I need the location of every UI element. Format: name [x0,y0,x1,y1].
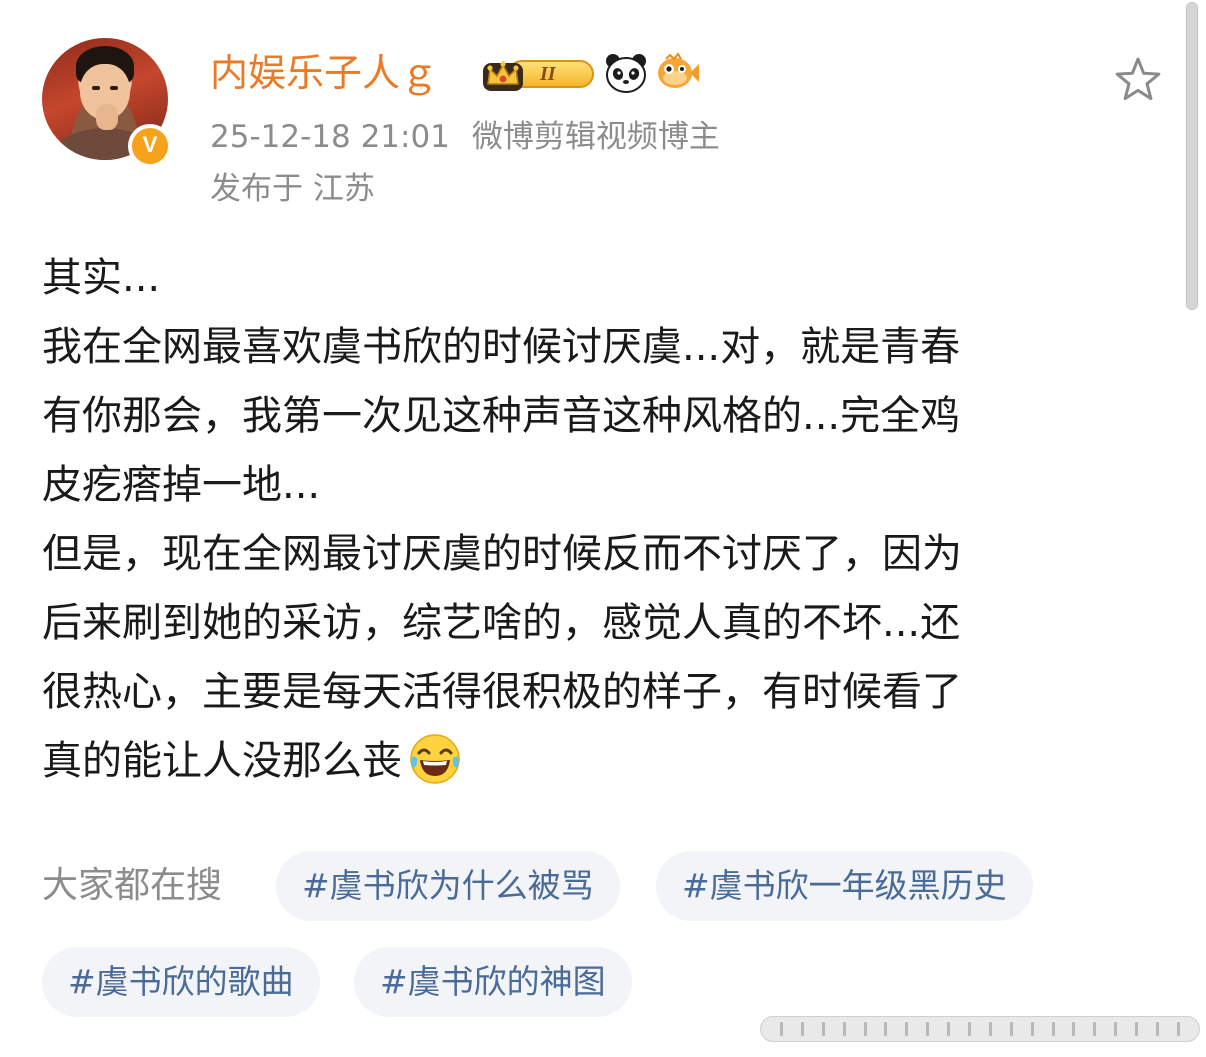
verified-mark: V [142,132,158,157]
vertical-scrollbar[interactable] [1186,2,1198,310]
avatar-eye [92,86,100,90]
horizontal-scrollbar[interactable] [760,1016,1200,1042]
post-content: 其实... 我在全网最喜欢虞书欣的时候讨厌虞...对，就是青春 有你那会，我第一… [42,244,1152,796]
post-line: 皮疙瘩掉一地... [42,462,321,508]
hot-search-label: 大家都在搜 [42,865,223,906]
hot-search-tag[interactable]: #虞书欣的歌曲 [42,947,320,1017]
post-meta: 25-12-18 21:01 微博剪辑视频博主 [210,116,720,158]
post-line: 但是，现在全网最讨厌虞的时候反而不讨厌了，因为 [42,531,962,577]
post-line: 其实... [42,255,161,301]
post-location: 发布于 江苏 [210,171,375,207]
avatar-hand [96,104,118,130]
post-line-last: 真的能让人没那么丧 [42,727,1152,796]
post-line: 后来刷到她的采访，综艺啥的，感觉人真的不坏...还 [42,600,961,646]
hot-search-tag[interactable]: #虞书欣一年级黑历史 [656,851,1033,921]
post-line: 真的能让人没那么丧 [42,738,402,784]
weibo-post: V 内娱乐子人ｇ II 25-12-18 21:01 微博剪辑视频博主 发布于 … [0,0,1206,1057]
favorite-star-icon[interactable] [1112,54,1164,106]
panda-icon[interactable] [604,51,648,95]
crown-icon [483,61,523,91]
laughing-tears-emoji-icon [410,734,460,784]
post-timestamp: 25-12-18 21:01 [210,119,450,155]
hot-search-tag[interactable]: #虞书欣为什么被骂 [276,851,620,921]
fish-icon[interactable] [656,51,700,95]
post-line: 很热心，主要是每天活得很积极的样子，有时候看了 [42,669,962,715]
hot-search-tag[interactable]: #虞书欣的神图 [354,947,632,1017]
level-text: II [540,63,556,85]
verified-badge-icon: V [128,124,172,168]
post-line: 有你那会，我第一次见这种声音这种风格的...完全鸡 [42,393,961,439]
post-source[interactable]: 微博剪辑视频博主 [472,119,720,155]
crown-level-badge-icon[interactable]: II [478,51,596,95]
avatar-eye [110,86,118,90]
post-line: 我在全网最喜欢虞书欣的时候讨厌虞...对，就是青春 [42,324,961,370]
username[interactable]: 内娱乐子人ｇ [210,48,438,98]
user-badges: II [478,48,700,98]
